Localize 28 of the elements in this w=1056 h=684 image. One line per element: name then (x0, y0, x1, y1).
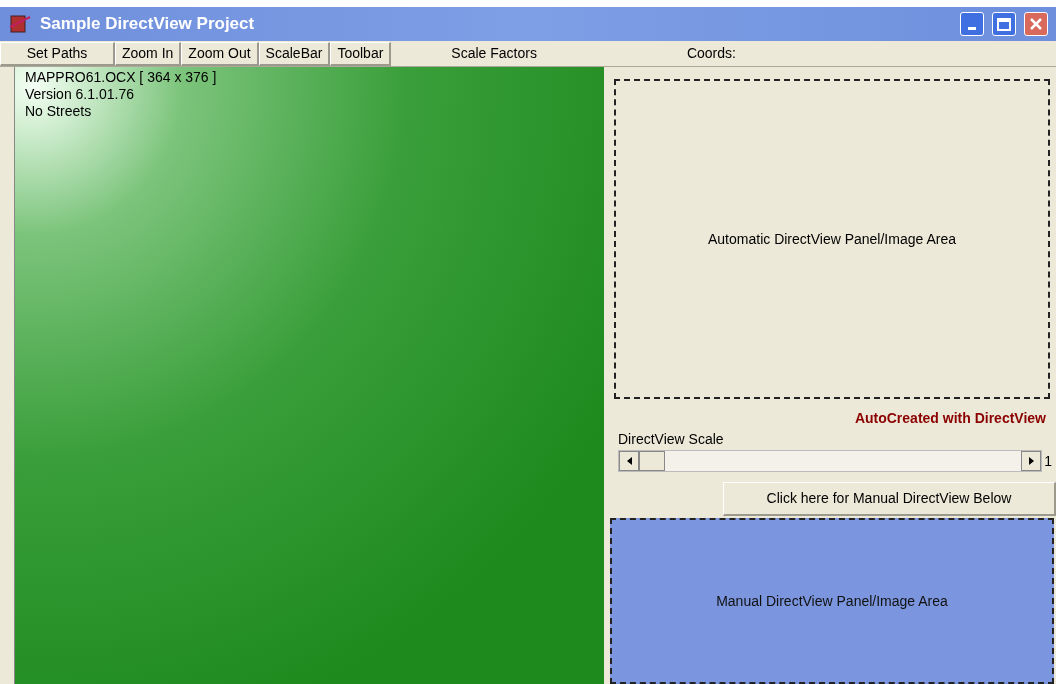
autocreated-note: AutoCreated with DirectView (854, 409, 1046, 428)
app-icon (8, 13, 32, 35)
toolbar-button[interactable]: Set Paths (0, 41, 115, 66)
toolbar-button[interactable]: Zoom Out (181, 41, 259, 66)
toolbar-button[interactable]: ScaleBar (258, 41, 331, 66)
scale-label: DirectView Scale (618, 430, 725, 449)
scale-reading: 1 (1044, 451, 1052, 471)
left-arrow-icon (626, 457, 632, 465)
map-info-text: No Streets (25, 103, 93, 120)
manual-directview-button[interactable]: Click here for Manual DirectView Below (723, 482, 1056, 516)
coords-label: Coords: (686, 44, 736, 63)
minimize-button[interactable] (960, 12, 984, 36)
close-icon (1030, 18, 1042, 30)
panel-label: Automatic DirectView Panel/Image Area (708, 229, 956, 249)
panel-label: Manual DirectView Panel/Image Area (716, 591, 948, 611)
scroll-thumb[interactable] (639, 451, 665, 471)
right-arrow-icon (1028, 457, 1034, 465)
scroll-right-button[interactable] (1021, 451, 1042, 471)
toolbar-button[interactable]: Zoom In (115, 41, 182, 66)
close-button[interactable] (1024, 12, 1048, 36)
scale-factors-label: Scale Factors (451, 44, 537, 63)
map-info-text: MAPPRO61.OCX [ 364 x 376 ] (25, 69, 218, 86)
scroll-left-button[interactable] (619, 451, 639, 471)
maximize-button[interactable] (992, 12, 1016, 36)
toolbar-button[interactable]: Toolbar (330, 41, 392, 66)
scale-scrollbar[interactable] (618, 450, 1043, 472)
window-title: Sample DirectView Project (40, 13, 256, 36)
map-info-text: Version 6.1.01.76 (25, 86, 135, 103)
